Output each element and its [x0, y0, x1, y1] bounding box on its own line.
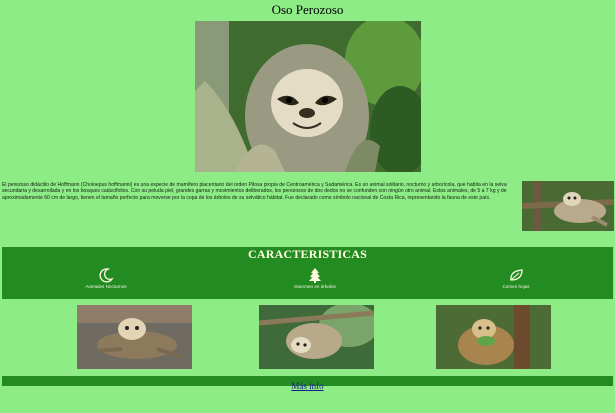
- moon-icon: [99, 268, 114, 283]
- feature-label-leaves: Comen hojas: [502, 284, 530, 289]
- more-info-link[interactable]: Más info: [291, 381, 323, 391]
- gallery-image-hanging-sloth: [259, 305, 374, 369]
- feature-nocturnal: Animales Nocturnos: [46, 267, 166, 289]
- features-title: CARACTERISTICAS: [247, 247, 368, 261]
- more-info-bar: Más info: [2, 376, 613, 391]
- feature-label-nocturnal: Animales Nocturnos: [85, 284, 127, 289]
- feature-trees: Duermen en árboles: [255, 267, 375, 289]
- page-title: Oso Perozoso: [271, 2, 344, 17]
- feature-label-trees: Duermen en árboles: [294, 284, 336, 289]
- sloth-branch-image: [522, 181, 614, 231]
- description-text: El perezoso didáctilo de Hoffmann (Cholo…: [2, 182, 507, 201]
- features-band: CARACTERISTICAS Animales Nocturnos Duerm…: [2, 247, 613, 299]
- gallery-image-ground-sloth: [77, 305, 192, 369]
- hero-sloth-image: [195, 21, 421, 172]
- leaf-icon: [510, 269, 523, 281]
- gallery-image-eating-sloth: [436, 305, 551, 369]
- tree-icon: [309, 268, 321, 283]
- feature-leaves: Comen hojas: [456, 267, 576, 289]
